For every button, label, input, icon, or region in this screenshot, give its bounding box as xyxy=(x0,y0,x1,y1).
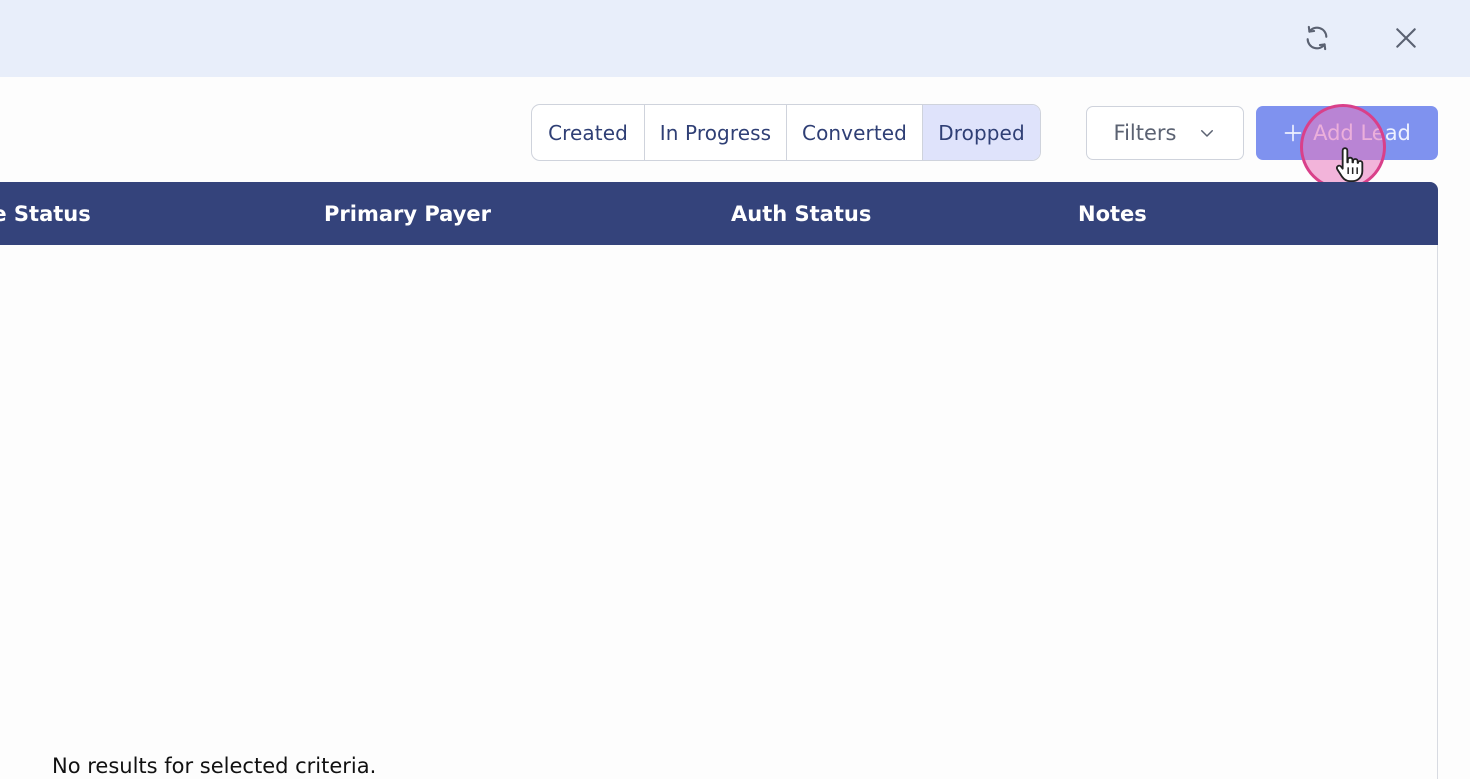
column-header-stage-status[interactable]: Stage Status xyxy=(0,182,91,245)
close-button[interactable] xyxy=(1387,19,1425,57)
top-bar xyxy=(0,0,1470,77)
column-header-primary-payer[interactable]: Primary Payer xyxy=(324,182,491,245)
tab-in-progress[interactable]: In Progress xyxy=(645,105,787,160)
tab-created[interactable]: Created xyxy=(532,105,645,160)
refresh-icon xyxy=(1306,25,1328,51)
filters-label: Filters xyxy=(1113,121,1177,145)
status-tabs: Created In Progress Converted Dropped xyxy=(531,104,1041,161)
column-header-auth-status[interactable]: Auth Status xyxy=(731,182,871,245)
empty-state-message: No results for selected criteria. xyxy=(52,754,377,778)
chevron-down-icon xyxy=(1201,130,1214,137)
add-lead-label: Add Lead xyxy=(1313,121,1411,145)
refresh-button[interactable] xyxy=(1298,19,1336,57)
plus-icon xyxy=(1284,124,1302,142)
filters-dropdown[interactable]: Filters xyxy=(1086,106,1244,160)
table-body xyxy=(0,245,1438,779)
close-icon xyxy=(1396,28,1416,48)
column-header-notes[interactable]: Notes xyxy=(1078,182,1147,245)
tab-dropped[interactable]: Dropped xyxy=(923,105,1040,160)
add-lead-button[interactable]: Add Lead xyxy=(1256,106,1438,160)
table-header: Stage Status Primary Payer Auth Status N… xyxy=(0,182,1438,245)
tab-converted[interactable]: Converted xyxy=(787,105,923,160)
